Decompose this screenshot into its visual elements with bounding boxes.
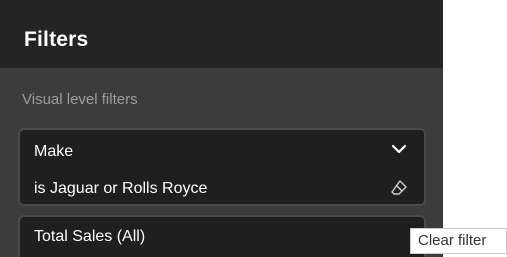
screen: Filters Visual level filters Make is Jag… bbox=[0, 0, 507, 257]
filter-field-name: Total Sales (All) bbox=[34, 228, 146, 245]
filter-card-make[interactable]: Make is Jaguar or Rolls Royce bbox=[18, 128, 426, 206]
filter-condition-text: is Jaguar or Rolls Royce bbox=[34, 180, 208, 197]
filter-card-total-sales[interactable]: Total Sales (All) bbox=[18, 215, 426, 257]
visual-level-filters-label: Visual level filters bbox=[22, 91, 138, 108]
eraser-icon[interactable] bbox=[390, 179, 408, 197]
filters-pane: Filters Visual level filters Make is Jag… bbox=[0, 0, 443, 257]
filters-pane-header: Filters bbox=[0, 0, 443, 68]
filter-field-name: Make bbox=[34, 143, 74, 160]
pane-title: Filters bbox=[24, 28, 89, 51]
clear-filter-tooltip: Clear filter bbox=[410, 228, 507, 254]
chevron-down-icon[interactable] bbox=[390, 142, 408, 156]
